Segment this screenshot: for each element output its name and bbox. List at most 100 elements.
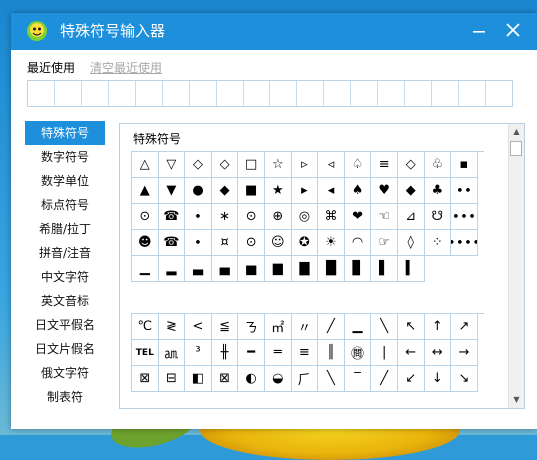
recent-symbol-slot[interactable]	[432, 81, 459, 106]
symbol-cell[interactable]: ◊	[397, 230, 425, 256]
category-item[interactable]: 俄文字符	[25, 361, 105, 385]
recent-symbol-slot[interactable]	[136, 81, 163, 106]
category-item[interactable]: 日文片假名	[25, 337, 105, 361]
symbol-cell[interactable]: ▲	[132, 178, 159, 204]
category-item[interactable]: 日文平假名	[25, 313, 105, 337]
symbol-cell[interactable]: ☜	[371, 204, 398, 230]
recent-symbol-slot[interactable]	[109, 81, 136, 106]
recent-symbol-slot[interactable]	[163, 81, 190, 106]
category-item[interactable]: 拼音/注音	[25, 241, 105, 265]
category-item[interactable]: 英文音标	[25, 289, 105, 313]
symbol-cell[interactable]: ∙	[185, 230, 212, 256]
symbol-cell[interactable]: ◐	[238, 366, 265, 392]
symbol-cell[interactable]: ㏂	[158, 340, 186, 366]
category-item[interactable]: 数学单位	[25, 169, 105, 193]
symbol-cell[interactable]: ▃	[185, 256, 212, 282]
symbol-cell[interactable]: ◇	[185, 152, 212, 178]
title-bar[interactable]: 特殊符号输入器	[11, 13, 537, 50]
clear-recent-link[interactable]: 清空最近使用	[90, 59, 162, 76]
symbol-cell[interactable]: ▇	[291, 256, 319, 282]
symbol-cell[interactable]: ☞	[371, 230, 398, 256]
symbol-cell[interactable]: ◆	[211, 178, 239, 204]
symbol-cell[interactable]: ╲	[318, 366, 345, 392]
symbol-cell[interactable]: ▪	[451, 152, 478, 178]
symbol-cell[interactable]: ☋	[424, 204, 452, 230]
symbol-cell[interactable]: ↑	[424, 314, 452, 340]
symbol-cell[interactable]: ▁	[132, 256, 159, 282]
category-item[interactable]: 标点符号	[25, 193, 105, 217]
recent-symbol-slot[interactable]	[378, 81, 406, 106]
symbol-cell[interactable]: ◆	[397, 178, 425, 204]
symbol-cell[interactable]: ▅	[238, 256, 265, 282]
recent-symbol-slot[interactable]	[217, 81, 244, 106]
symbol-cell[interactable]: ∙∙	[451, 178, 478, 204]
symbol-cell[interactable]: ⊙	[238, 230, 265, 256]
symbol-cell[interactable]: ■	[238, 178, 265, 204]
symbol-cell[interactable]: ⊠	[132, 366, 159, 392]
symbol-cell[interactable]: ▽	[158, 152, 186, 178]
symbol-cell[interactable]: ⊕	[264, 204, 292, 230]
recent-symbol-slot[interactable]	[405, 81, 433, 106]
symbol-cell[interactable]: ↘	[451, 366, 478, 392]
symbol-cell[interactable]: ☆	[264, 152, 292, 178]
recent-symbol-slot[interactable]	[28, 81, 55, 106]
symbol-cell[interactable]: ★	[264, 178, 292, 204]
symbol-cell[interactable]: ▆	[264, 256, 292, 282]
symbol-cell[interactable]: ↓	[424, 366, 452, 392]
symbol-cell[interactable]: ☎	[158, 204, 186, 230]
symbol-cell[interactable]: ◎	[291, 204, 319, 230]
minimize-icon[interactable]	[469, 21, 489, 41]
symbol-cell[interactable]: █	[318, 256, 345, 282]
symbol-cell[interactable]: ▹	[291, 152, 319, 178]
symbol-cell[interactable]: □	[238, 152, 265, 178]
symbol-cell[interactable]: ▸	[291, 178, 319, 204]
symbol-cell[interactable]: ◃	[318, 152, 345, 178]
category-item[interactable]: 特殊符号	[25, 121, 105, 145]
close-icon[interactable]	[502, 19, 524, 41]
symbol-cell[interactable]: ⊙	[132, 204, 159, 230]
symbol-cell[interactable]: ☺	[264, 230, 292, 256]
symbol-cell[interactable]: ◧	[185, 366, 212, 392]
symbol-cell[interactable]: ║	[318, 340, 345, 366]
symbol-cell[interactable]: ╫	[211, 340, 239, 366]
symbol-cell[interactable]: ∙∙∙	[451, 204, 478, 230]
symbol-cell[interactable]: ▂	[158, 256, 186, 282]
symbol-cell[interactable]: ☀	[318, 230, 345, 256]
recent-symbol-slot[interactable]	[82, 81, 109, 106]
symbol-cell[interactable]: ▁	[344, 314, 372, 340]
symbol-cell[interactable]: △	[132, 152, 159, 178]
symbol-cell[interactable]: ▊	[344, 256, 372, 282]
symbol-cell[interactable]: ¤	[211, 230, 239, 256]
symbol-cell[interactable]: ═	[264, 340, 292, 366]
symbol-cell[interactable]: ♠	[344, 178, 372, 204]
symbol-cell[interactable]: ≡	[371, 152, 398, 178]
symbol-cell[interactable]: ╱	[371, 366, 398, 392]
symbol-cell[interactable]: ╱	[318, 314, 345, 340]
symbol-cell[interactable]: ↗	[451, 314, 478, 340]
symbol-cell[interactable]: ⊿	[397, 204, 425, 230]
recent-symbol-slot[interactable]	[190, 81, 217, 106]
symbol-cell[interactable]: ←	[397, 340, 425, 366]
symbol-cell[interactable]: ‾	[344, 366, 372, 392]
symbol-cell[interactable]: →	[451, 340, 478, 366]
scroll-up-icon[interactable]: ▲	[509, 124, 524, 140]
scroll-thumb[interactable]	[510, 141, 522, 156]
symbol-cell[interactable]: ㉄	[344, 340, 372, 366]
recent-symbol-slot[interactable]	[486, 81, 512, 106]
recent-symbol-slot[interactable]	[270, 81, 298, 106]
symbol-cell[interactable]: ◒	[264, 366, 292, 392]
symbol-cell[interactable]: ☻	[132, 230, 159, 256]
symbol-cell[interactable]: ⌘	[318, 204, 345, 230]
symbol-cell[interactable]: ℃	[132, 314, 159, 340]
symbol-cell[interactable]: ≡	[291, 340, 319, 366]
symbol-cell[interactable]: ≦	[211, 314, 239, 340]
symbol-cell[interactable]: ━	[238, 340, 265, 366]
scrollbar[interactable]: ▲ ▼	[508, 124, 524, 408]
symbol-cell[interactable]: 〃	[291, 314, 319, 340]
symbol-cell[interactable]: ❤	[344, 204, 372, 230]
recent-symbol-slot[interactable]	[55, 81, 82, 106]
symbol-cell[interactable]: ⊠	[211, 366, 239, 392]
category-item[interactable]: 希腊/拉丁	[25, 217, 105, 241]
recent-symbol-slot[interactable]	[324, 81, 352, 106]
symbol-cell[interactable]: ♧	[424, 152, 452, 178]
